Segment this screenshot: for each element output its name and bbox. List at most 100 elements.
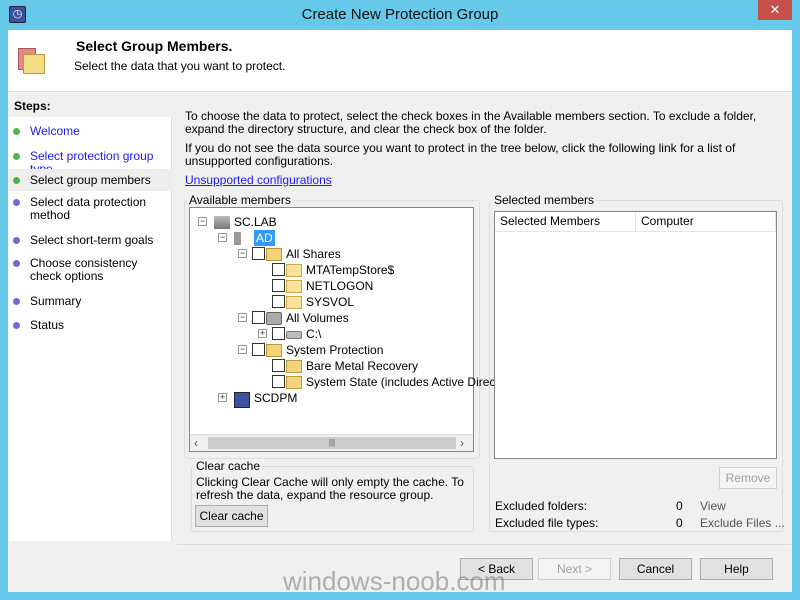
tree-node[interactable]: − AD: [190, 230, 473, 246]
server-icon: [234, 232, 241, 245]
scroll-left-icon[interactable]: ‹: [194, 436, 198, 450]
tree-node-label[interactable]: All Volumes: [286, 310, 349, 326]
folder-icon: [18, 48, 46, 76]
clear-cache-label: Clear cache: [196, 459, 261, 473]
expand-icon[interactable]: +: [218, 393, 227, 402]
scroll-right-icon[interactable]: ›: [460, 436, 464, 450]
tree-node[interactable]: Bare Metal Recovery: [190, 358, 473, 374]
tree-node-label[interactable]: AD: [254, 230, 275, 246]
shares-icon: [266, 248, 282, 261]
scroll-thumb[interactable]: |||: [208, 437, 456, 449]
tree-node[interactable]: NETLOGON: [190, 278, 473, 294]
column-header-computer[interactable]: Computer: [636, 212, 776, 232]
remove-button[interactable]: Remove: [719, 467, 777, 489]
tree-node[interactable]: MTATempStore$: [190, 262, 473, 278]
system-protection-icon: [266, 344, 282, 357]
excluded-folders-label: Excluded folders:: [495, 499, 588, 513]
collapse-icon[interactable]: −: [198, 217, 207, 226]
excluded-file-types-count: 0: [676, 516, 683, 530]
collapse-icon[interactable]: −: [238, 313, 247, 322]
tree-node-label[interactable]: All Shares: [286, 246, 341, 262]
tree-node-label[interactable]: Bare Metal Recovery: [306, 358, 418, 374]
checkbox[interactable]: [252, 247, 265, 260]
expand-icon[interactable]: +: [258, 329, 267, 338]
checkbox[interactable]: [272, 263, 285, 276]
folder-icon: [286, 280, 302, 293]
steps-heading: Steps:: [8, 95, 172, 117]
close-button[interactable]: ✕: [758, 0, 792, 20]
checkbox[interactable]: [272, 327, 285, 340]
server-group-icon: [214, 216, 230, 229]
next-button[interactable]: Next >: [538, 558, 611, 580]
complete-dot-icon: [13, 177, 20, 184]
view-link[interactable]: View: [700, 500, 726, 513]
checkbox[interactable]: [272, 375, 285, 388]
exclude-files-link[interactable]: Exclude Files ...: [700, 517, 785, 530]
tree-horizontal-scrollbar[interactable]: ‹ ||| ›: [190, 434, 473, 451]
intro-text: To choose the data to protect, select th…: [185, 109, 757, 136]
folder-icon: [286, 296, 302, 309]
step-label: Welcome: [30, 124, 80, 138]
tree-node[interactable]: SYSVOL: [190, 294, 473, 310]
tree-node-label[interactable]: MTATempStore$: [306, 262, 394, 278]
tree-node[interactable]: + C:\: [190, 326, 473, 342]
selected-members-label: Selected members: [494, 193, 595, 207]
step-label: Summary: [30, 294, 82, 308]
tree-node-label[interactable]: SC.LAB: [234, 214, 277, 230]
pending-dot-icon: [13, 237, 20, 244]
tree-node-label[interactable]: SCDPM: [254, 390, 297, 406]
column-header-selected-members[interactable]: Selected Members: [495, 212, 636, 232]
unsupported-configurations-link[interactable]: Unsupported configurations: [185, 174, 332, 187]
clear-cache-text: Clicking Clear Cache will only empty the…: [196, 475, 464, 502]
step-choose-consistency-check-options: Choose consistency check options: [8, 257, 172, 283]
clear-cache-button[interactable]: Clear cache: [195, 505, 268, 527]
collapse-icon[interactable]: −: [218, 233, 227, 242]
cancel-button[interactable]: Cancel: [619, 558, 692, 580]
tree-node[interactable]: + SCDPM: [190, 390, 473, 408]
system-protection-icon: [286, 376, 302, 389]
complete-dot-icon: [13, 128, 20, 135]
dpm-icon: [234, 392, 250, 408]
selected-members-grid[interactable]: Selected Members Computer: [494, 211, 777, 459]
tree-node[interactable]: − All Shares: [190, 246, 473, 262]
page-title: Select Group Members.: [76, 38, 233, 54]
step-select-group-members: Select group members: [8, 169, 172, 191]
help-button[interactable]: Help: [700, 558, 773, 580]
step-label: Status: [30, 318, 65, 332]
checkbox[interactable]: [252, 343, 265, 356]
pending-dot-icon: [13, 260, 20, 267]
available-members-label: Available members: [189, 193, 291, 207]
checkbox[interactable]: [272, 295, 285, 308]
step-status: Status: [8, 319, 172, 332]
tree-node[interactable]: − All Volumes: [190, 310, 473, 326]
tree-node-label[interactable]: System Protection: [286, 342, 383, 358]
collapse-icon[interactable]: −: [238, 345, 247, 354]
system-protection-icon: [286, 360, 302, 373]
tree-node-label[interactable]: SYSVOL: [306, 294, 354, 310]
checkbox[interactable]: [252, 311, 265, 324]
step-label: Choose consistency check options: [30, 256, 138, 283]
step-label: Select group members: [30, 173, 151, 187]
checkbox[interactable]: [272, 359, 285, 372]
tree-node[interactable]: System State (includes Active Direct: [190, 374, 499, 390]
tree-node-label[interactable]: C:\: [306, 326, 321, 342]
collapse-icon[interactable]: −: [238, 249, 247, 258]
step-select-data-protection-method: Select data protection method: [8, 196, 172, 222]
checkbox[interactable]: [272, 279, 285, 292]
step-welcome[interactable]: Welcome: [8, 125, 172, 138]
step-label: Select short-term goals: [30, 233, 154, 247]
footer-divider: [177, 544, 791, 545]
page-subtitle: Select the data that you want to protect…: [74, 59, 286, 73]
available-members-tree[interactable]: − SC.LAB − AD − All Shares MTATempStore$ NETLOG…: [189, 207, 499, 452]
window-title: Create New Protection Group: [301, 6, 499, 23]
step-summary: Summary: [8, 295, 172, 308]
step-select-short-term-goals: Select short-term goals: [8, 234, 172, 247]
tree-node[interactable]: − System Protection: [190, 342, 473, 358]
pending-dot-icon: [13, 199, 20, 206]
tree-node[interactable]: − SC.LAB: [190, 214, 473, 230]
tree-node-label[interactable]: System State (includes Active Direct: [306, 374, 499, 390]
drive-icon: [286, 331, 302, 339]
tree-node-label[interactable]: NETLOGON: [306, 278, 373, 294]
complete-dot-icon: [13, 153, 20, 160]
intro-text-2: If you do not see the data source you wa…: [185, 141, 736, 168]
